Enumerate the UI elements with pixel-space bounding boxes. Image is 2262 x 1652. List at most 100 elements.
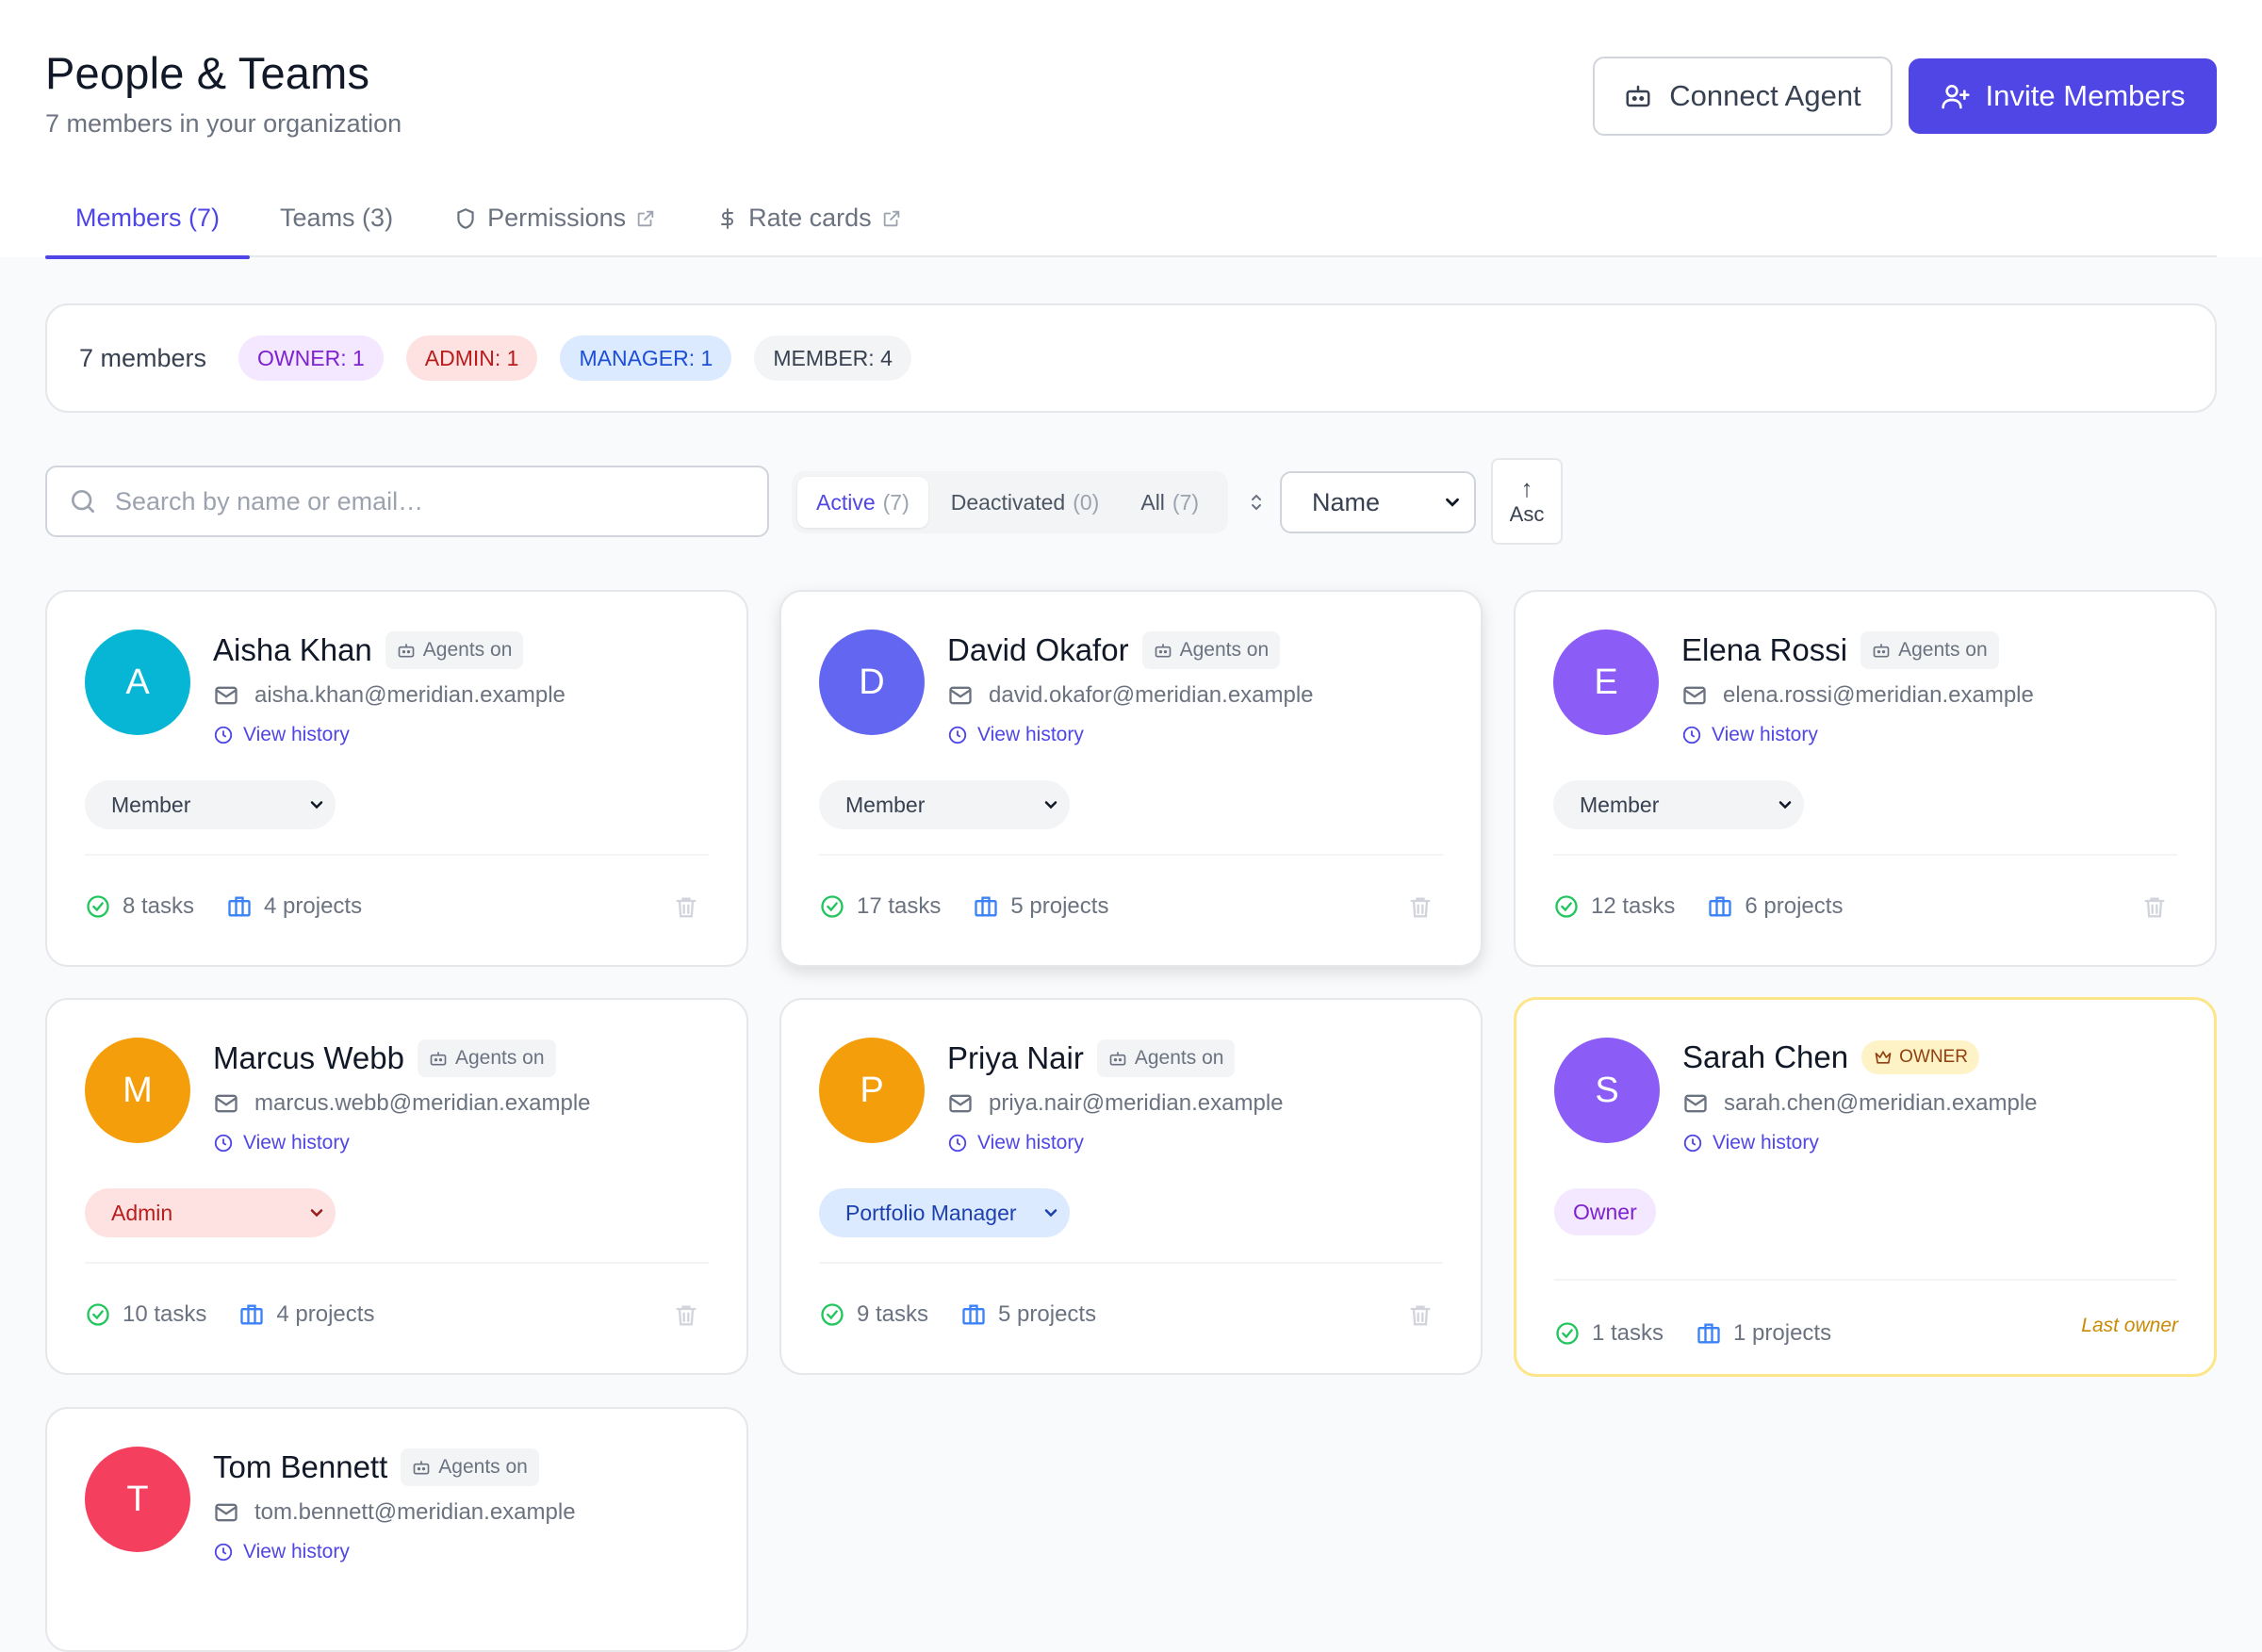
role-select[interactable]: Member: [819, 780, 1070, 829]
tab-permissions-label: Permissions: [487, 204, 627, 232]
member-summary: 7 members OWNER: 1 ADMIN: 1 MANAGER: 1 M…: [45, 303, 2217, 413]
invite-members-button[interactable]: Invite Members: [1909, 58, 2217, 134]
robot-icon: [413, 1461, 430, 1475]
filter-active[interactable]: Active (7): [797, 477, 928, 528]
task-count: 17 tasks: [857, 893, 942, 919]
filter-all[interactable]: All (7): [1122, 477, 1218, 528]
page-header: People & Teams 7 members in your organiz…: [0, 0, 2262, 259]
member-name: Priya Nair: [947, 1040, 1084, 1075]
search-input[interactable]: [115, 486, 718, 516]
mail-icon: [1683, 686, 1706, 705]
arrow-up-icon: ↑: [1520, 474, 1533, 502]
role-select[interactable]: Member: [1553, 780, 1804, 829]
task-count: 10 tasks: [123, 1301, 207, 1327]
user-plus-icon: [1941, 85, 1970, 109]
check-circle-icon: [1556, 1322, 1579, 1345]
connect-agent-button[interactable]: Connect Agent: [1593, 57, 1893, 136]
task-count: 9 tasks: [857, 1301, 929, 1327]
member-count-pill: MEMBER: 4: [754, 335, 911, 381]
sort-icon: [1252, 494, 1261, 511]
tab-rate-cards-label: Rate cards: [748, 204, 872, 232]
member-card: D David Okafor Agents on david.okafor@me…: [779, 590, 1483, 967]
trash-icon[interactable]: [673, 1301, 699, 1330]
view-history-label: View history: [977, 1132, 1084, 1153]
trash-icon[interactable]: [673, 893, 699, 922]
tab-teams-label: Teams (3): [280, 204, 394, 232]
view-history-label: View history: [243, 1541, 350, 1562]
last-owner-note: Last owner: [2081, 1315, 2178, 1336]
view-history-link[interactable]: View history: [1682, 1132, 1819, 1154]
filter-all-label: All: [1140, 489, 1165, 515]
briefcase-icon: [962, 1304, 985, 1325]
clock-icon: [214, 1543, 233, 1562]
avatar: A: [85, 630, 190, 735]
mail-icon: [215, 1503, 238, 1522]
trash-icon[interactable]: [2141, 893, 2168, 922]
tab-bar: Members (7) Teams (3) Permissions Rate c…: [45, 179, 2217, 259]
role-select[interactable]: Portfolio Manager: [819, 1188, 1070, 1237]
tab-rate-cards[interactable]: Rate cards: [686, 179, 932, 257]
view-history-link[interactable]: View history: [1681, 724, 1818, 746]
role-select[interactable]: Member: [85, 780, 336, 829]
member-name: Elena Rossi: [1681, 632, 1848, 667]
tab-permissions[interactable]: Permissions: [423, 179, 686, 257]
avatar: M: [85, 1038, 190, 1143]
chevron-down-icon: [1446, 498, 1459, 507]
mail-icon: [1684, 1094, 1707, 1113]
agents-on-badge: Agents on: [1860, 631, 1999, 669]
role-chip: Owner: [1554, 1188, 1656, 1235]
tab-members-label: Members (7): [75, 204, 221, 232]
briefcase-icon: [240, 1304, 264, 1325]
view-history-label: View history: [243, 724, 350, 745]
check-circle-icon: [821, 1303, 844, 1326]
member-name: Aisha Khan: [213, 632, 372, 667]
project-count: 6 projects: [1745, 893, 1844, 919]
sort-order-button[interactable]: ↑ Asc: [1491, 458, 1563, 545]
member-card: E Elena Rossi Agents on elena.rossi@meri…: [1514, 590, 2217, 967]
briefcase-icon: [975, 896, 998, 917]
member-email: david.okafor@meridian.example: [989, 682, 1314, 708]
card-divider: [1553, 854, 2177, 856]
avatar: E: [1553, 630, 1659, 735]
project-count: 4 projects: [276, 1301, 375, 1327]
external-link-icon: [637, 210, 654, 226]
agents-on-badge: Agents on: [401, 1448, 539, 1486]
trash-icon[interactable]: [1407, 1301, 1434, 1330]
member-card: T Tom Bennett Agents on tom.bennett@meri…: [45, 1407, 748, 1652]
owner-count-pill: OWNER: 1: [238, 335, 384, 381]
view-history-link[interactable]: View history: [213, 724, 350, 746]
member-email: marcus.webb@meridian.example: [254, 1090, 591, 1116]
view-history-link[interactable]: View history: [213, 1132, 350, 1154]
role-select-value: Portfolio Manager: [845, 1200, 1017, 1225]
role-select-value: Admin: [111, 1200, 173, 1225]
tab-members[interactable]: Members (7): [45, 179, 251, 259]
member-card: M Marcus Webb Agents on marcus.webb@meri…: [45, 998, 748, 1375]
search-box: [45, 466, 769, 537]
avatar: D: [819, 630, 925, 735]
robot-icon: [1109, 1052, 1126, 1066]
mail-icon: [949, 1094, 972, 1113]
briefcase-icon: [1709, 896, 1732, 917]
tab-teams[interactable]: Teams (3): [250, 179, 423, 257]
project-count: 5 projects: [998, 1301, 1097, 1327]
member-name: Tom Bennett: [213, 1449, 388, 1484]
sort-select[interactable]: Name: [1280, 471, 1476, 533]
view-history-link[interactable]: View history: [947, 724, 1084, 746]
card-divider: [85, 1262, 709, 1264]
member-name: Marcus Webb: [213, 1040, 404, 1075]
role-select[interactable]: Admin: [85, 1188, 336, 1237]
view-history-link[interactable]: View history: [213, 1541, 350, 1563]
mail-icon: [215, 1094, 238, 1113]
task-count: 12 tasks: [1591, 893, 1676, 919]
agents-on-badge: Agents on: [1096, 1039, 1236, 1077]
filter-deactivated[interactable]: Deactivated (0): [932, 477, 1119, 528]
view-history-link[interactable]: View history: [947, 1132, 1084, 1154]
owner-badge-label: OWNER: [1899, 1047, 1968, 1067]
task-count: 8 tasks: [123, 893, 195, 919]
dollar-icon: [721, 207, 734, 229]
trash-icon[interactable]: [1407, 893, 1434, 922]
view-history-label: View history: [1712, 724, 1818, 745]
chevron-down-icon: [1044, 801, 1057, 810]
role-select-value: Member: [1580, 792, 1660, 817]
briefcase-icon: [1697, 1323, 1720, 1344]
